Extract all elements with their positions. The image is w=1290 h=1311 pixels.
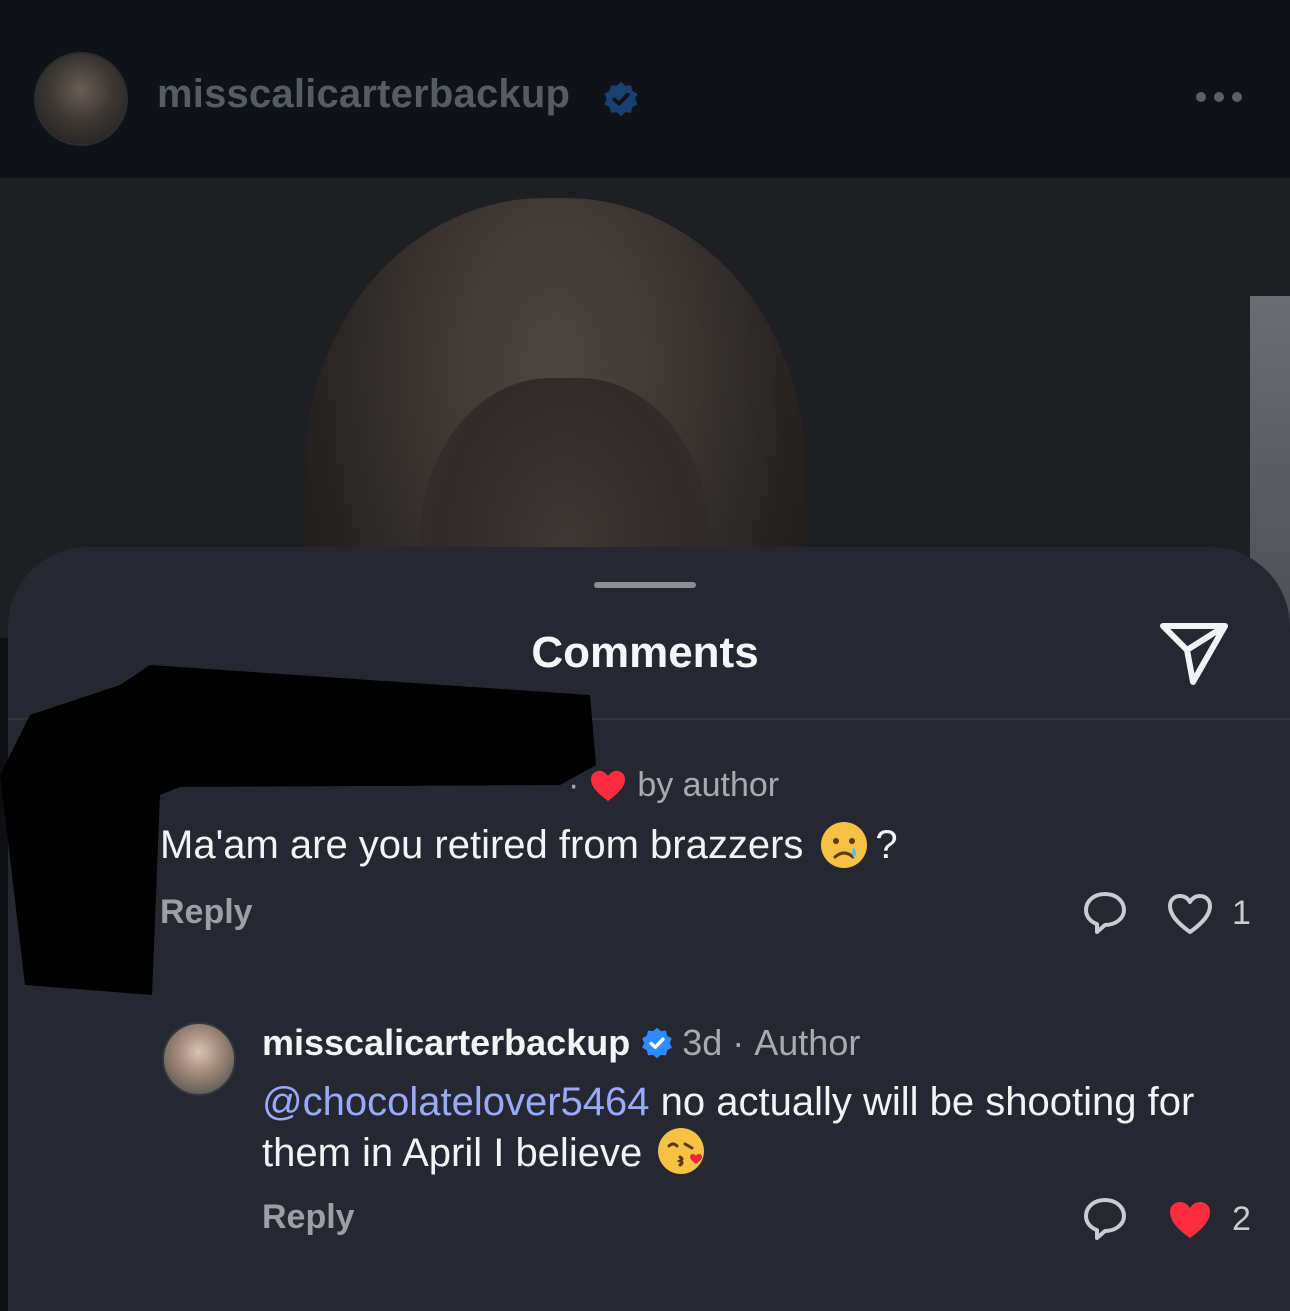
like-count: 1 xyxy=(1232,894,1251,932)
heart-filled-icon xyxy=(591,770,626,801)
send-icon[interactable] xyxy=(1158,620,1230,686)
post-header: misscalicarterbackup xyxy=(0,0,1290,178)
reply-button[interactable]: Reply xyxy=(160,893,253,932)
comment-bubble-icon[interactable] xyxy=(1082,1196,1128,1242)
verified-badge-icon xyxy=(642,1027,673,1059)
liked-by-author-label: by author xyxy=(637,766,780,804)
meta-separator: · xyxy=(568,766,580,804)
verified-badge-icon xyxy=(604,81,638,117)
crying-face-icon xyxy=(821,822,868,868)
heart-outline-icon[interactable] xyxy=(1166,892,1214,936)
face-blowing-kiss-icon xyxy=(658,1128,705,1174)
comment-text-suffix: ? xyxy=(875,822,898,867)
meta-separator: · xyxy=(732,1022,745,1063)
author-label: Author xyxy=(754,1022,861,1063)
reply-button[interactable]: Reply xyxy=(262,1198,355,1237)
reply-time: 3d xyxy=(682,1022,723,1063)
reply-actions: 2 xyxy=(1080,1194,1260,1244)
avatar[interactable] xyxy=(162,1022,236,1096)
post-author-avatar[interactable] xyxy=(34,52,128,146)
comment-actions: 1 xyxy=(1080,888,1260,938)
sheet-grabber[interactable] xyxy=(594,582,696,588)
comment-bubble-icon[interactable] xyxy=(1082,890,1128,936)
post-author-username[interactable]: misscalicarterbackup xyxy=(157,72,570,117)
mention-link[interactable]: @chocolatelover5464 xyxy=(262,1080,650,1124)
comment-text: Ma'am are you retired from brazzers xyxy=(160,822,804,867)
heart-filled-icon[interactable] xyxy=(1166,1198,1214,1242)
reply-header: misscalicarterbackup 3d · Author xyxy=(262,1022,860,1064)
comment-meta: · by author xyxy=(568,766,779,805)
comment-body: Ma'am are you retired from brazzers ? xyxy=(160,820,898,870)
like-count: 2 xyxy=(1232,1200,1251,1238)
reply-body: @chocolatelover5464 no actually will be … xyxy=(262,1078,1252,1177)
reply-username[interactable]: misscalicarterbackup xyxy=(262,1022,630,1064)
more-horizontal-icon[interactable] xyxy=(1196,82,1252,112)
